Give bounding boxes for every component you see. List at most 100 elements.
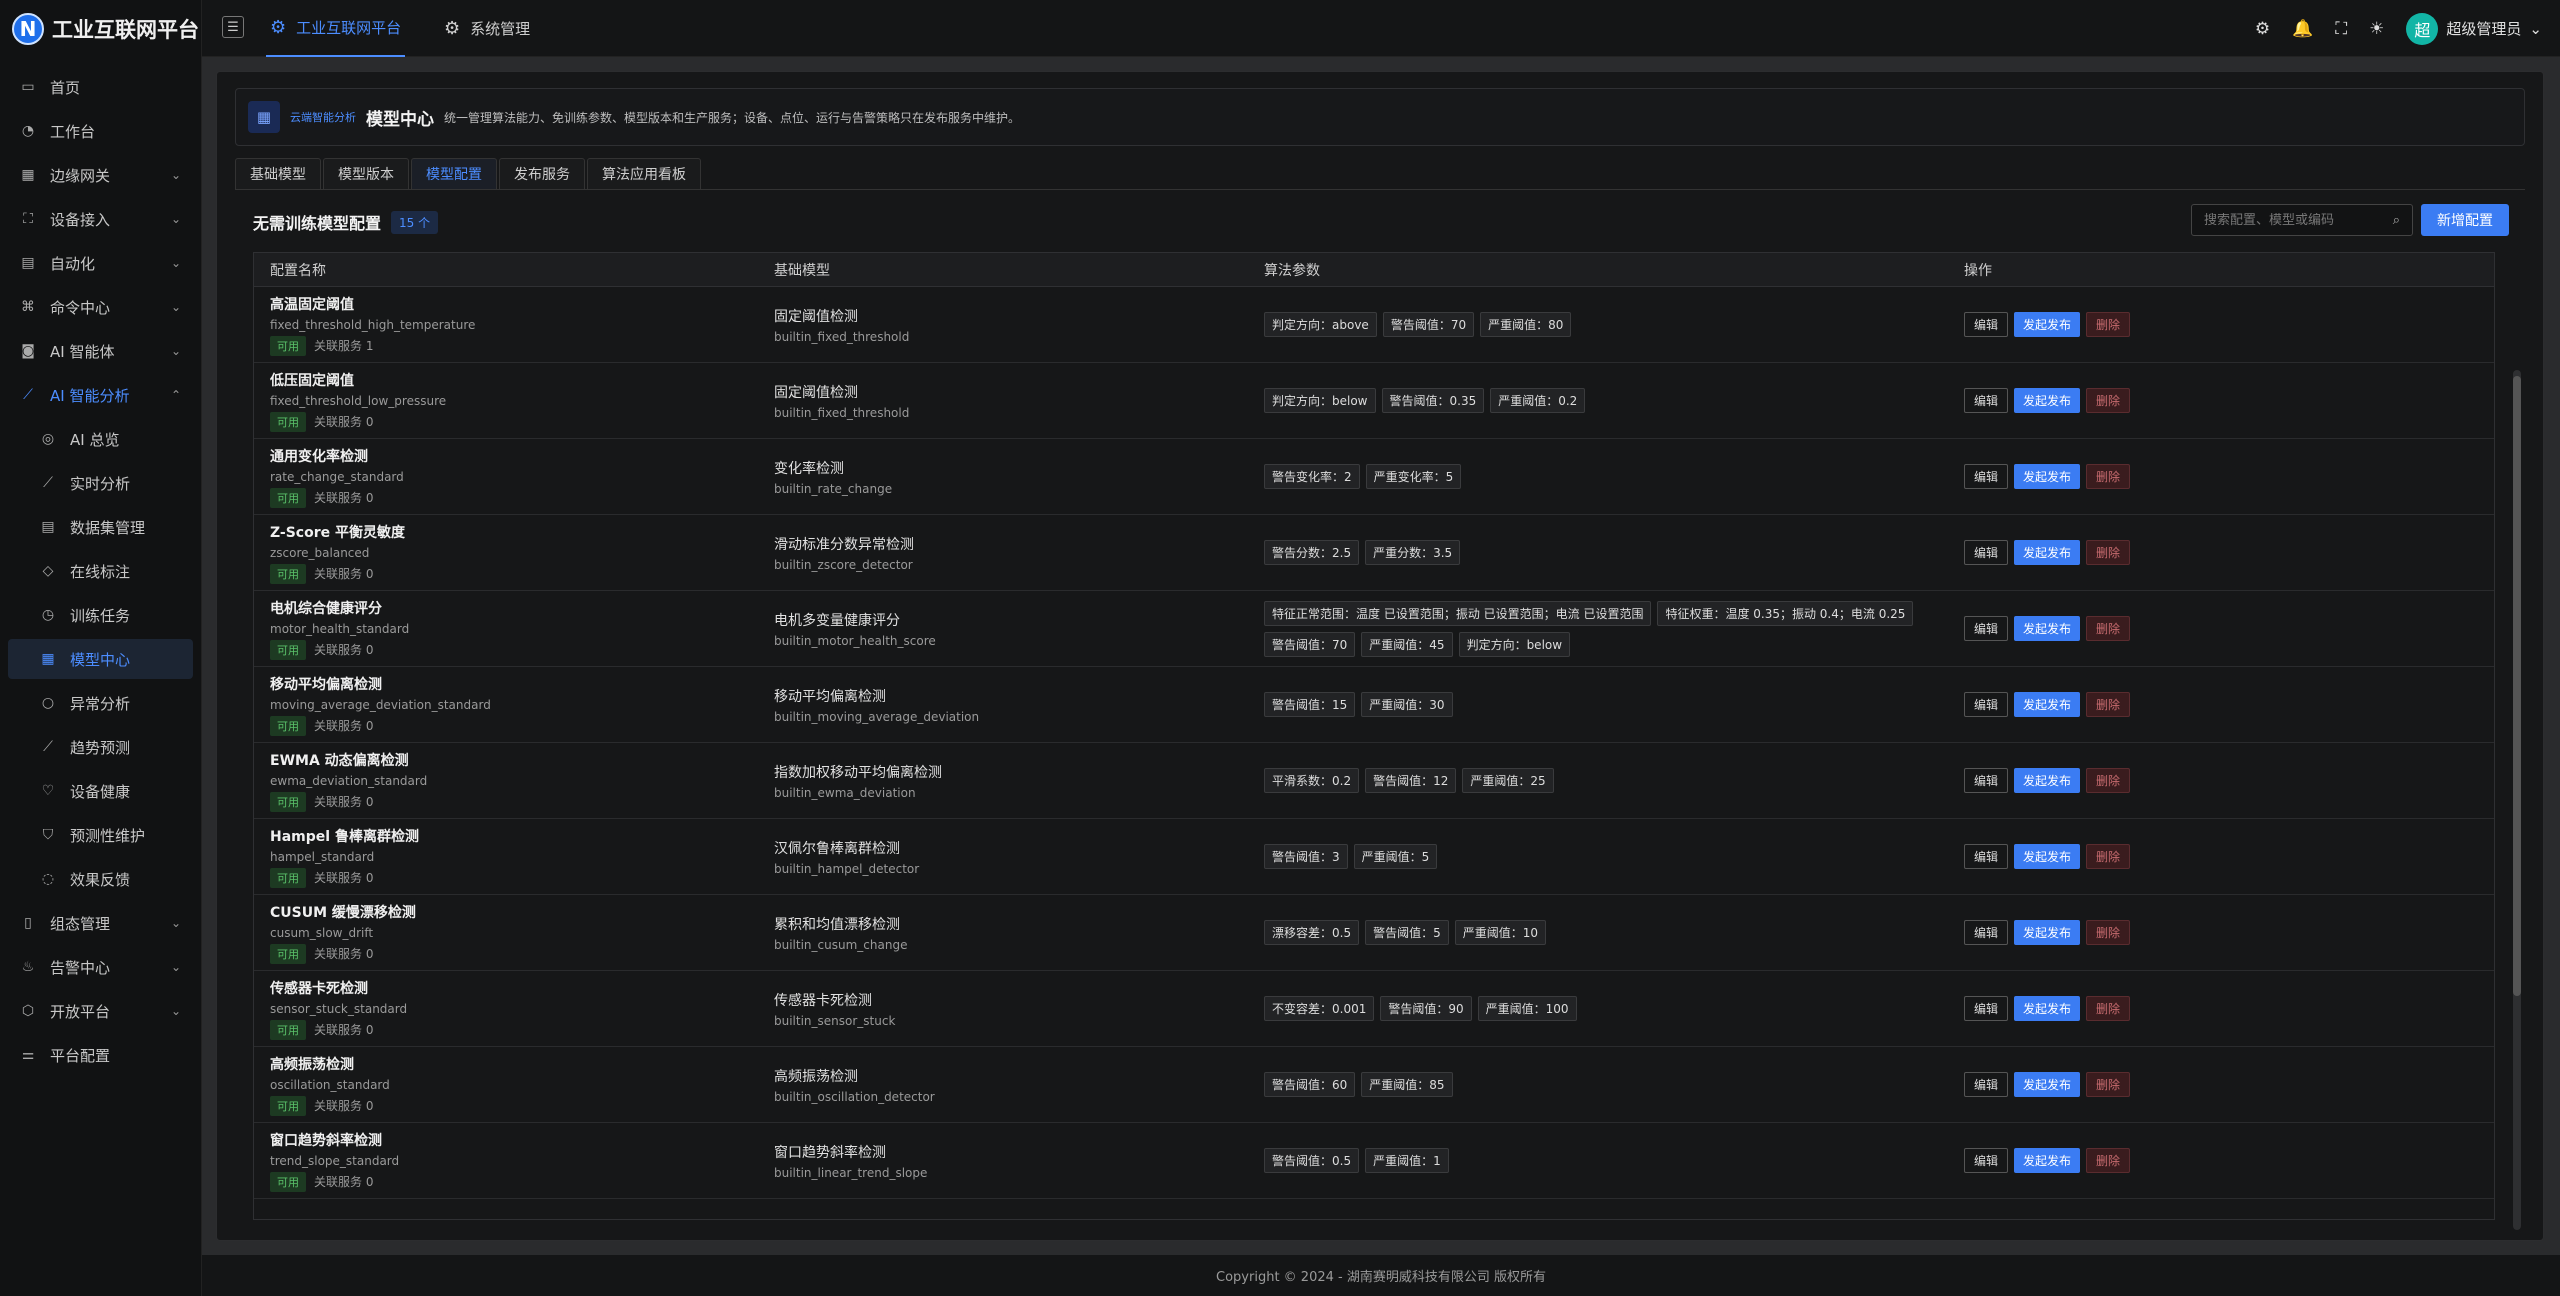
- sidebar-subitem[interactable]: ◎ AI 总览: [8, 419, 193, 459]
- sidebar-item[interactable]: ♨ 告警中心 ⌄: [8, 947, 193, 987]
- top-tab-platform[interactable]: ⚙ 工业互联网平台: [266, 0, 406, 57]
- base-model-name: 汉佩尔鲁棒离群检测: [774, 840, 900, 857]
- actions-cell: 编辑 发起发布 删除: [1962, 591, 2492, 667]
- sidebar-subitem[interactable]: ○ 异常分析: [8, 683, 193, 723]
- search-icon[interactable]: ⌕: [2393, 213, 2400, 228]
- delete-button[interactable]: 删除: [2086, 996, 2131, 1021]
- params-cell: [1262, 1199, 1962, 1220]
- edit-button[interactable]: 编辑: [1964, 1072, 2009, 1097]
- tab-model-versions[interactable]: 模型版本: [323, 158, 409, 190]
- param-chips: 警告阈值：60 严重阈值：85: [1264, 1072, 1962, 1097]
- delete-button[interactable]: 删除: [2086, 692, 2131, 717]
- config-code: ewma_deviation_standard: [270, 773, 428, 788]
- edit-button[interactable]: 编辑: [1964, 844, 2009, 869]
- edit-button[interactable]: 编辑: [1964, 920, 2009, 945]
- publish-button[interactable]: 发起发布: [2014, 1148, 2081, 1173]
- add-config-button[interactable]: 新增配置: [2421, 204, 2509, 236]
- gear-icon[interactable]: ⚙: [2255, 19, 2270, 39]
- tab-base-models[interactable]: 基础模型: [235, 158, 321, 190]
- edit-button[interactable]: 编辑: [1964, 312, 2009, 337]
- menu-collapse-icon[interactable]: ☰: [222, 16, 244, 38]
- sidebar-subitem[interactable]: ▦ 模型中心: [8, 639, 193, 679]
- search-input[interactable]: [2204, 212, 2374, 228]
- app-logo[interactable]: N 工业互联网平台: [0, 0, 201, 57]
- user-menu[interactable]: 超 超级管理员 ⌄: [2406, 12, 2542, 45]
- delete-button[interactable]: 删除: [2086, 844, 2131, 869]
- edit-button[interactable]: 编辑: [1964, 768, 2009, 793]
- sidebar-subitem[interactable]: ◷ 训练任务: [8, 595, 193, 635]
- publish-button[interactable]: 发起发布: [2014, 920, 2081, 945]
- delete-button[interactable]: 删除: [2086, 1072, 2131, 1097]
- edit-button[interactable]: 编辑: [1964, 464, 2009, 489]
- sidebar-subitem[interactable]: ◇ 在线标注: [8, 551, 193, 591]
- publish-button[interactable]: 发起发布: [2014, 996, 2081, 1021]
- sidebar-subitem[interactable]: ▤ 数据集管理: [8, 507, 193, 547]
- sidebar-item[interactable]: ▦ 边缘网关 ⌄: [8, 155, 193, 195]
- sliders-icon: ⚌: [21, 1047, 35, 1063]
- sidebar-item[interactable]: ⬡ 开放平台 ⌄: [8, 991, 193, 1031]
- sidebar-subitem[interactable]: ⛉ 预测性维护: [8, 815, 193, 855]
- sidebar-item[interactable]: ⚌ 平台配置: [8, 1035, 193, 1075]
- delete-button[interactable]: 删除: [2086, 616, 2131, 641]
- sidebar-item[interactable]: ⛶ 设备接入 ⌄: [8, 199, 193, 239]
- edit-button[interactable]: 编辑: [1964, 388, 2009, 413]
- config-name-cell: 窗口波动率检测: [254, 1199, 772, 1220]
- param-chips: 判定方向：below 警告阈值：0.35 严重阈值：0.2: [1264, 388, 1962, 413]
- fullscreen-icon[interactable]: ⛶: [2335, 19, 2347, 39]
- delete-button[interactable]: 删除: [2086, 388, 2131, 413]
- chevron-down-icon: ⌄: [170, 212, 181, 226]
- publish-button[interactable]: 发起发布: [2014, 768, 2081, 793]
- top-tab-system[interactable]: ⚙ 系统管理: [440, 0, 534, 57]
- config-code: fixed_threshold_high_temperature: [270, 317, 476, 332]
- sidebar-subitem[interactable]: ◌ 效果反馈: [8, 859, 193, 899]
- sidebar-item-label: 自动化: [50, 254, 96, 273]
- header-config-name: 配置名称: [270, 262, 326, 279]
- sidebar-item[interactable]: ⌘ 命令中心 ⌄: [8, 287, 193, 327]
- section-title-text: 无需训练模型配置: [253, 214, 382, 233]
- theme-toggle-icon[interactable]: ☀: [2369, 19, 2384, 39]
- table-scrollbar-thumb[interactable]: [2513, 376, 2521, 996]
- publish-button[interactable]: 发起发布: [2014, 692, 2081, 717]
- bell-icon[interactable]: 🔔: [2292, 19, 2313, 39]
- publish-button[interactable]: 发起发布: [2014, 616, 2081, 641]
- sidebar-item[interactable]: ◙ AI 智能体 ⌄: [8, 331, 193, 371]
- base-model-cell: 窗口趋势斜率检测 builtin_linear_trend_slope: [772, 1123, 1262, 1199]
- edit-button[interactable]: 编辑: [1964, 692, 2009, 717]
- param-chip: 严重阈值：5: [1353, 844, 1438, 869]
- sidebar-item[interactable]: ▯ 组态管理 ⌄: [8, 903, 193, 943]
- delete-button[interactable]: 删除: [2086, 1148, 2131, 1173]
- delete-button[interactable]: 删除: [2086, 920, 2131, 945]
- search-box[interactable]: ⌕: [2191, 204, 2413, 236]
- tab-publish-service[interactable]: 发布服务: [499, 158, 585, 190]
- sidebar-subitem[interactable]: ⟋ 趋势预测: [8, 727, 193, 767]
- sidebar-item[interactable]: ▭ 首页: [8, 67, 193, 107]
- publish-button[interactable]: 发起发布: [2014, 464, 2081, 489]
- edit-button[interactable]: 编辑: [1964, 616, 2009, 641]
- sidebar-subitem[interactable]: ⟋ 实时分析: [8, 463, 193, 503]
- edit-button[interactable]: 编辑: [1964, 996, 2009, 1021]
- params-cell: 警告阈值：60 严重阈值：85: [1262, 1047, 1962, 1123]
- delete-button[interactable]: 删除: [2086, 312, 2131, 337]
- publish-button[interactable]: 发起发布: [2014, 312, 2081, 337]
- publish-button[interactable]: 发起发布: [2014, 540, 2081, 565]
- sidebar-item[interactable]: ◔ 工作台: [8, 111, 193, 151]
- edit-button[interactable]: 编辑: [1964, 540, 2009, 565]
- sidebar-subitem[interactable]: ♡ 设备健康: [8, 771, 193, 811]
- tab-model-config[interactable]: 模型配置: [411, 158, 497, 190]
- actions-cell: 编辑 发起发布 删除: [1962, 1123, 2492, 1199]
- tab-algorithm-dashboard[interactable]: 算法应用看板: [587, 158, 701, 190]
- delete-button[interactable]: 删除: [2086, 540, 2131, 565]
- edit-button[interactable]: 编辑: [1964, 1148, 2009, 1173]
- publish-button[interactable]: 发起发布: [2014, 388, 2081, 413]
- sidebar-item[interactable]: ⟋ AI 智能分析 ⌃: [8, 375, 193, 415]
- delete-button[interactable]: 删除: [2086, 768, 2131, 793]
- actions-cell: 编辑 发起发布 删除: [1962, 363, 2492, 439]
- param-chips: 特征正常范围：温度 已设置范围；振动 已设置范围；电流 已设置范围 特征权重：温度…: [1264, 600, 1962, 657]
- actions-cell: 编辑 发起发布 删除: [1962, 667, 2492, 743]
- base-model-cell: 固定阈值检测 builtin_fixed_threshold: [772, 287, 1262, 363]
- publish-button[interactable]: 发起发布: [2014, 844, 2081, 869]
- delete-button[interactable]: 删除: [2086, 464, 2131, 489]
- sidebar-item[interactable]: ▤ 自动化 ⌄: [8, 243, 193, 283]
- publish-button[interactable]: 发起发布: [2014, 1072, 2081, 1097]
- param-chip: 警告变化率：2: [1264, 464, 1360, 489]
